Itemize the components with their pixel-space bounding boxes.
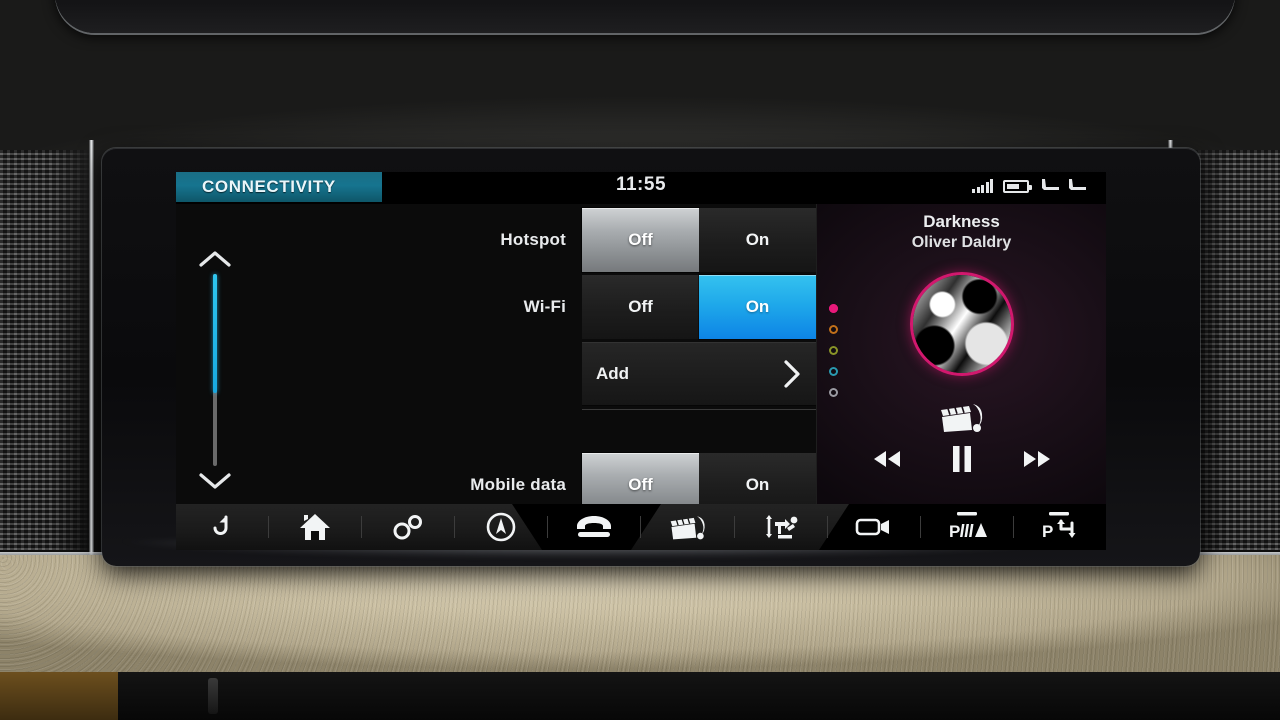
climate-seat-icon xyxy=(765,515,798,539)
battery-icon xyxy=(1003,180,1032,193)
seat-heater-right-icon xyxy=(1069,179,1086,190)
screen-body: Hotspot Off On Wi-Fi Off On Add Mobile d… xyxy=(176,204,1106,517)
preset-dot-1[interactable] xyxy=(829,304,838,313)
nav-camera-button[interactable] xyxy=(828,504,920,550)
park-assist-icon: P xyxy=(1042,512,1076,541)
toggle-wifi[interactable]: Off On xyxy=(582,275,816,339)
status-icon-tray xyxy=(972,178,1088,193)
add-network-label: Add xyxy=(596,364,630,383)
toggle-wifi-on[interactable]: On xyxy=(699,275,816,339)
scrollbar-track[interactable] xyxy=(213,274,217,466)
settings-list: Hotspot Off On Wi-Fi Off On Add Mobile d… xyxy=(254,204,816,517)
toggle-hotspot-on[interactable]: On xyxy=(699,208,816,272)
settings-gears-icon xyxy=(393,515,423,540)
nav-back-button[interactable] xyxy=(176,504,268,550)
settings-row-hotspot: Hotspot Off On xyxy=(254,208,816,272)
chevron-right-icon xyxy=(784,360,800,388)
preset-dot-3[interactable] xyxy=(829,346,838,355)
toggle-wifi-off[interactable]: Off xyxy=(582,275,699,339)
divider-spacer xyxy=(254,409,582,410)
preset-dot-2[interactable] xyxy=(829,325,838,334)
nav-settings-button[interactable] xyxy=(362,504,454,550)
nav-climate-button[interactable] xyxy=(735,504,827,550)
nav-park-assist-button[interactable]: P xyxy=(1014,504,1106,550)
media-clapperboard-icon[interactable] xyxy=(939,400,985,434)
center-console-control[interactable] xyxy=(208,678,218,714)
clock: 11:55 xyxy=(615,174,667,195)
phone-icon xyxy=(577,516,612,537)
back-icon xyxy=(213,515,228,535)
preset-dot-5[interactable] xyxy=(829,388,838,397)
row-label-add xyxy=(254,342,582,406)
seat-heater-icons xyxy=(1039,178,1088,193)
nav-phone-button[interactable] xyxy=(548,504,640,550)
infotainment-screen: CONNECTIVITY 11:55 Hotspot Off On Wi-Fi … xyxy=(176,172,1106,550)
toggle-hotspot-off[interactable]: Off xyxy=(582,208,699,272)
chevron-down-icon[interactable] xyxy=(198,472,232,490)
next-track-icon[interactable] xyxy=(1021,448,1053,470)
list-divider-wrap xyxy=(254,409,816,410)
preset-dot-4[interactable] xyxy=(829,367,838,376)
camera-icon xyxy=(855,518,889,536)
seat-heater-left-icon xyxy=(1042,179,1059,190)
nav-media-button[interactable] xyxy=(641,504,733,550)
car-interior-scene: CONNECTIVITY 11:55 Hotspot Off On Wi-Fi … xyxy=(0,0,1280,720)
media-panel: Darkness Oliver Daldry xyxy=(816,204,1106,504)
list-divider xyxy=(582,409,816,410)
status-bar: CONNECTIVITY 11:55 xyxy=(176,172,1106,204)
wood-trim-panel xyxy=(0,672,118,720)
home-icon xyxy=(300,514,331,540)
nav-home-button[interactable] xyxy=(269,504,361,550)
navigation-icon xyxy=(487,512,516,542)
pause-icon[interactable] xyxy=(949,444,975,474)
row-label-hotspot: Hotspot xyxy=(500,230,566,249)
preset-dot-list xyxy=(829,304,838,397)
track-title: Darkness xyxy=(923,212,1000,231)
track-artist: Oliver Daldry xyxy=(911,234,1012,251)
speaker-grille-left xyxy=(0,150,92,550)
add-network-button[interactable]: Add xyxy=(582,342,816,406)
scroll-column[interactable] xyxy=(176,204,254,504)
park-sensor-icon: P xyxy=(949,512,987,541)
row-label-wifi: Wi-Fi xyxy=(523,297,566,316)
svg-text:P: P xyxy=(949,522,960,541)
dashboard-upper xyxy=(0,0,1280,160)
dashboard-hood xyxy=(55,0,1235,33)
media-controls xyxy=(817,444,1106,474)
chevron-up-icon[interactable] xyxy=(198,250,232,268)
media-clapperboard-icon xyxy=(670,516,705,540)
dashboard-lower xyxy=(0,672,1280,720)
svg-text:P: P xyxy=(1042,522,1053,541)
toggle-hotspot[interactable]: Off On xyxy=(582,208,816,272)
settings-row-add: Add xyxy=(254,342,816,406)
nav-park-sensor-button[interactable]: P xyxy=(921,504,1013,550)
previous-track-icon[interactable] xyxy=(871,448,903,470)
dashboard-leather-trim xyxy=(0,555,1280,675)
nav-navigation-button[interactable] xyxy=(455,504,547,550)
album-artwork[interactable] xyxy=(909,272,1014,376)
chrome-trim-left xyxy=(89,140,94,560)
signal-bars-icon xyxy=(972,179,993,193)
scrollbar-thumb[interactable] xyxy=(213,274,217,394)
bottom-nav-bar: P P xyxy=(176,504,1106,550)
settings-row-wifi: Wi-Fi Off On xyxy=(254,275,816,339)
